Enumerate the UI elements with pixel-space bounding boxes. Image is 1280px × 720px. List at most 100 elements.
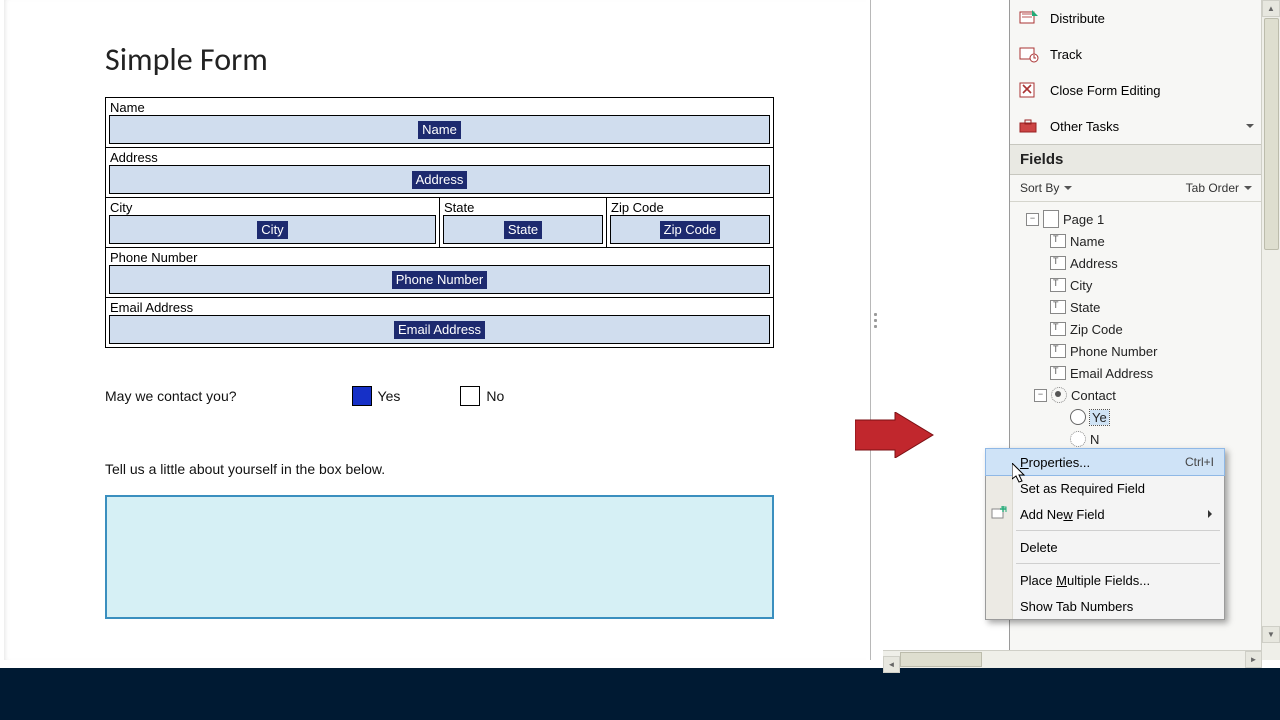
fields-section-header: Fields — [1010, 144, 1262, 175]
tree-radio-yes-label: Ye — [1090, 410, 1109, 425]
tree-item[interactable]: Zip Code — [1014, 318, 1258, 340]
tree-item-label: Zip Code — [1070, 322, 1123, 337]
page-icon — [1043, 210, 1059, 228]
tree-contact-label: Contact — [1071, 388, 1116, 403]
field-address-tag: Address — [412, 171, 468, 189]
tree-item-label: Address — [1070, 256, 1118, 271]
scroll-left-button[interactable]: ◄ — [883, 656, 900, 673]
ctx-delete[interactable]: Delete — [986, 534, 1224, 560]
chevron-down-icon — [1246, 124, 1254, 132]
scroll-up-button[interactable]: ▲ — [1262, 0, 1280, 17]
close-form-icon — [1018, 80, 1040, 100]
text-field-icon — [1050, 256, 1066, 270]
form-container: Name Name Address Address City City Stat… — [105, 97, 774, 348]
ctx-properties-label: Properties... — [1020, 455, 1090, 470]
radio-group-icon — [1051, 387, 1067, 403]
tree-radio-yes[interactable]: Ye — [1014, 406, 1258, 428]
contact-question-text: May we contact you? — [105, 388, 237, 404]
ctx-separator — [1016, 563, 1220, 564]
text-field-icon — [1050, 344, 1066, 358]
panel-hscroll[interactable]: ◄► — [883, 650, 1262, 668]
tree-contact-group[interactable]: − Contact — [1014, 384, 1258, 406]
radio-yes[interactable] — [352, 386, 372, 406]
tool-close-editing[interactable]: Close Form Editing — [1010, 72, 1262, 108]
toolbox-icon — [1018, 116, 1040, 136]
splitter-handle[interactable] — [871, 310, 879, 350]
field-email-tag: Email Address — [394, 321, 485, 339]
collapse-icon[interactable]: − — [1034, 389, 1047, 402]
ctx-place-multiple-label: Place Multiple Fields... — [1020, 573, 1150, 588]
add-field-icon — [991, 506, 1007, 522]
field-city[interactable]: City — [109, 215, 436, 244]
text-field-icon — [1050, 300, 1066, 314]
field-name[interactable]: Name — [109, 115, 770, 144]
annotation-arrow-icon — [855, 412, 935, 458]
tree-page[interactable]: − Page 1 — [1014, 208, 1258, 230]
label-email: Email Address — [106, 298, 773, 315]
field-phone[interactable]: Phone Number — [109, 265, 770, 294]
distribute-icon — [1018, 8, 1040, 28]
tree-radio-no-label: N — [1090, 432, 1099, 447]
radio-icon — [1070, 409, 1086, 425]
ctx-set-required-label: Set as Required Field — [1020, 481, 1145, 496]
tool-track-label: Track — [1050, 47, 1082, 62]
tree-item-label: Phone Number — [1070, 344, 1157, 359]
scroll-right-button[interactable]: ► — [1245, 651, 1262, 668]
tree-item[interactable]: Phone Number — [1014, 340, 1258, 362]
tree-item[interactable]: Name — [1014, 230, 1258, 252]
scroll-thumb[interactable] — [1264, 18, 1279, 250]
field-email[interactable]: Email Address — [109, 315, 770, 344]
ctx-set-required[interactable]: Set as Required Field — [986, 475, 1224, 501]
narrative-prompt: Tell us a little about yourself in the b… — [105, 461, 775, 477]
document-area: Simple Form Name Name Address Address Ci… — [0, 0, 871, 660]
label-address: Address — [106, 148, 773, 165]
tree-item[interactable]: State — [1014, 296, 1258, 318]
tree-radio-no[interactable]: N — [1014, 428, 1258, 450]
context-menu: Properties... Ctrl+I Set as Required Fie… — [985, 448, 1225, 620]
tree-item-label: City — [1070, 278, 1092, 293]
radio-no[interactable] — [460, 386, 480, 406]
field-phone-tag: Phone Number — [392, 271, 487, 289]
ctx-show-tab-numbers[interactable]: Show Tab Numbers — [986, 593, 1224, 619]
ctx-show-tab-numbers-label: Show Tab Numbers — [1020, 599, 1133, 614]
field-state[interactable]: State — [443, 215, 603, 244]
contact-question-row: May we contact you? Yes No — [105, 386, 775, 406]
tree-item[interactable]: Email Address — [1014, 362, 1258, 384]
text-field-icon — [1050, 322, 1066, 336]
field-city-tag: City — [257, 221, 287, 239]
tool-track[interactable]: Track — [1010, 36, 1262, 72]
field-address[interactable]: Address — [109, 165, 770, 194]
text-field-icon — [1050, 366, 1066, 380]
label-zip: Zip Code — [607, 198, 773, 215]
tree-item[interactable]: City — [1014, 274, 1258, 296]
tree-item-label: State — [1070, 300, 1100, 315]
scroll-down-button[interactable]: ▼ — [1262, 626, 1280, 643]
narrative-box[interactable] — [105, 495, 774, 619]
ctx-add-new-field[interactable]: Add New Field — [986, 501, 1224, 527]
fields-tree: − Page 1 Name Address City State Zip Cod… — [1010, 202, 1262, 478]
collapse-icon[interactable]: − — [1026, 213, 1039, 226]
tab-order-dropdown[interactable]: Tab Order — [1186, 181, 1252, 195]
field-name-tag: Name — [418, 121, 461, 139]
ctx-place-multiple[interactable]: Place Multiple Fields... — [986, 567, 1224, 593]
panel-vscroll[interactable]: ▲ ▼ — [1261, 0, 1280, 660]
label-state: State — [440, 198, 606, 215]
field-zip[interactable]: Zip Code — [610, 215, 770, 244]
submenu-arrow-icon — [1208, 510, 1216, 518]
tool-distribute-label: Distribute — [1050, 11, 1105, 26]
ctx-add-new-field-label: Add New Field — [1020, 507, 1105, 522]
text-field-icon — [1050, 234, 1066, 248]
tree-item[interactable]: Address — [1014, 252, 1258, 274]
tree-item-label: Name — [1070, 234, 1105, 249]
tool-other-tasks[interactable]: Other Tasks — [1010, 108, 1262, 144]
tool-distribute[interactable]: Distribute — [1010, 0, 1262, 36]
tree-page-label: Page 1 — [1063, 212, 1104, 227]
ctx-separator — [1016, 530, 1220, 531]
ctx-properties[interactable]: Properties... Ctrl+I — [986, 449, 1224, 475]
hscroll-thumb[interactable] — [900, 652, 982, 667]
label-name: Name — [106, 98, 773, 115]
sort-by-dropdown[interactable]: Sort By — [1020, 181, 1072, 195]
page-title: Simple Form — [105, 40, 775, 79]
ctx-delete-label: Delete — [1020, 540, 1058, 555]
label-city: City — [106, 198, 439, 215]
